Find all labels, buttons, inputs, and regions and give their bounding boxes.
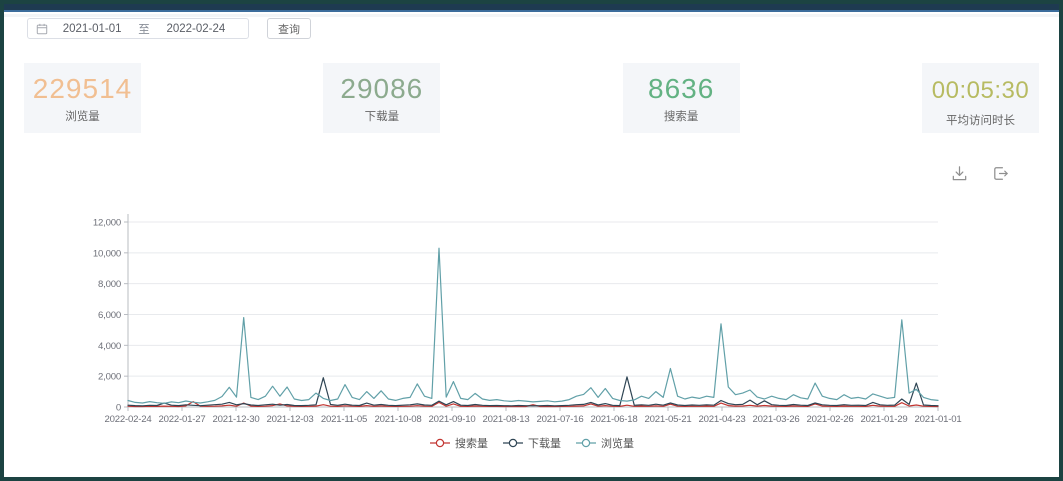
analytics-dashboard: 2021-01-01 至 2022-02-24 查询 229514 浏览量 29… (0, 0, 1063, 481)
stat-card-avg-duration: 00:05:30 平均访问时长 (922, 63, 1039, 133)
svg-text:8,000: 8,000 (98, 279, 121, 290)
svg-text:2021-12-30: 2021-12-30 (212, 414, 259, 425)
end-date-value[interactable]: 2022-02-24 (152, 23, 240, 35)
downloads-label: 下载量 (323, 108, 440, 124)
start-date-value[interactable]: 2021-01-01 (48, 23, 136, 35)
svg-text:4,000: 4,000 (98, 341, 121, 352)
date-separator: 至 (136, 21, 152, 37)
usage-trend-chart[interactable]: 0 2,000 4,000 6,000 8,000 10,000 12,000 2022-02… (90, 205, 980, 455)
toolbar: 2021-01-01 至 2022-02-24 查询 (27, 18, 311, 39)
stat-cards-row: 229514 浏览量 29086 下载量 8636 搜索量 00:05:30 平… (4, 63, 1059, 133)
svg-text:6,000: 6,000 (98, 310, 121, 321)
svg-text:2021-03-26: 2021-03-26 (752, 414, 799, 425)
svg-text:2021-09-10: 2021-09-10 (428, 414, 475, 425)
legend-item-下载量[interactable]: 下载量 (502, 435, 561, 451)
svg-text:2021-08-13: 2021-08-13 (482, 414, 529, 425)
svg-text:2022-01-27: 2022-01-27 (158, 414, 205, 425)
legend-item-搜索量[interactable]: 搜索量 (429, 435, 488, 451)
svg-text:2,000: 2,000 (98, 372, 121, 383)
legend-item-浏览量[interactable]: 浏览量 (575, 435, 634, 451)
views-label: 浏览量 (24, 108, 141, 124)
svg-text:2021-07-16: 2021-07-16 (536, 414, 583, 425)
downloads-value: 29086 (323, 73, 440, 105)
svg-text:12,000: 12,000 (93, 218, 121, 229)
svg-text:2021-01-29: 2021-01-29 (860, 414, 907, 425)
line-chart-canvas[interactable]: 0 2,000 4,000 6,000 8,000 10,000 12,000 2022-02… (90, 205, 980, 455)
top-accent-bar (4, 4, 1059, 12)
views-value: 229514 (24, 73, 141, 105)
stat-card-views: 229514 浏览量 (24, 63, 141, 133)
stat-card-searches: 8636 搜索量 (623, 63, 740, 133)
date-range-input[interactable]: 2021-01-01 至 2022-02-24 (27, 18, 249, 39)
export-icon[interactable] (991, 164, 1010, 183)
svg-text:2021-01-01: 2021-01-01 (914, 414, 961, 425)
svg-text:2021-12-03: 2021-12-03 (266, 414, 313, 425)
svg-text:10,000: 10,000 (93, 248, 121, 259)
svg-text:2021-11-05: 2021-11-05 (321, 414, 367, 425)
svg-text:2021-10-08: 2021-10-08 (374, 414, 421, 425)
chart-actions (950, 164, 1010, 183)
chart-legend: 搜索量下载量浏览量 (4, 435, 1059, 451)
searches-value: 8636 (623, 73, 740, 105)
svg-text:2021-04-23: 2021-04-23 (698, 414, 745, 425)
svg-text:2021-06-18: 2021-06-18 (590, 414, 637, 425)
searches-label: 搜索量 (623, 108, 740, 124)
svg-text:2021-02-26: 2021-02-26 (806, 414, 853, 425)
avg-duration-value: 00:05:30 (922, 73, 1039, 109)
stat-card-downloads: 29086 下载量 (323, 63, 440, 133)
svg-text:2022-02-24: 2022-02-24 (104, 414, 152, 425)
avg-duration-label: 平均访问时长 (922, 112, 1039, 128)
svg-text:2021-05-21: 2021-05-21 (644, 414, 691, 425)
svg-text:0: 0 (116, 403, 121, 414)
query-button[interactable]: 查询 (267, 18, 311, 39)
download-icon[interactable] (950, 164, 969, 183)
calendar-icon (36, 23, 48, 35)
top-shade (4, 14, 1059, 17)
